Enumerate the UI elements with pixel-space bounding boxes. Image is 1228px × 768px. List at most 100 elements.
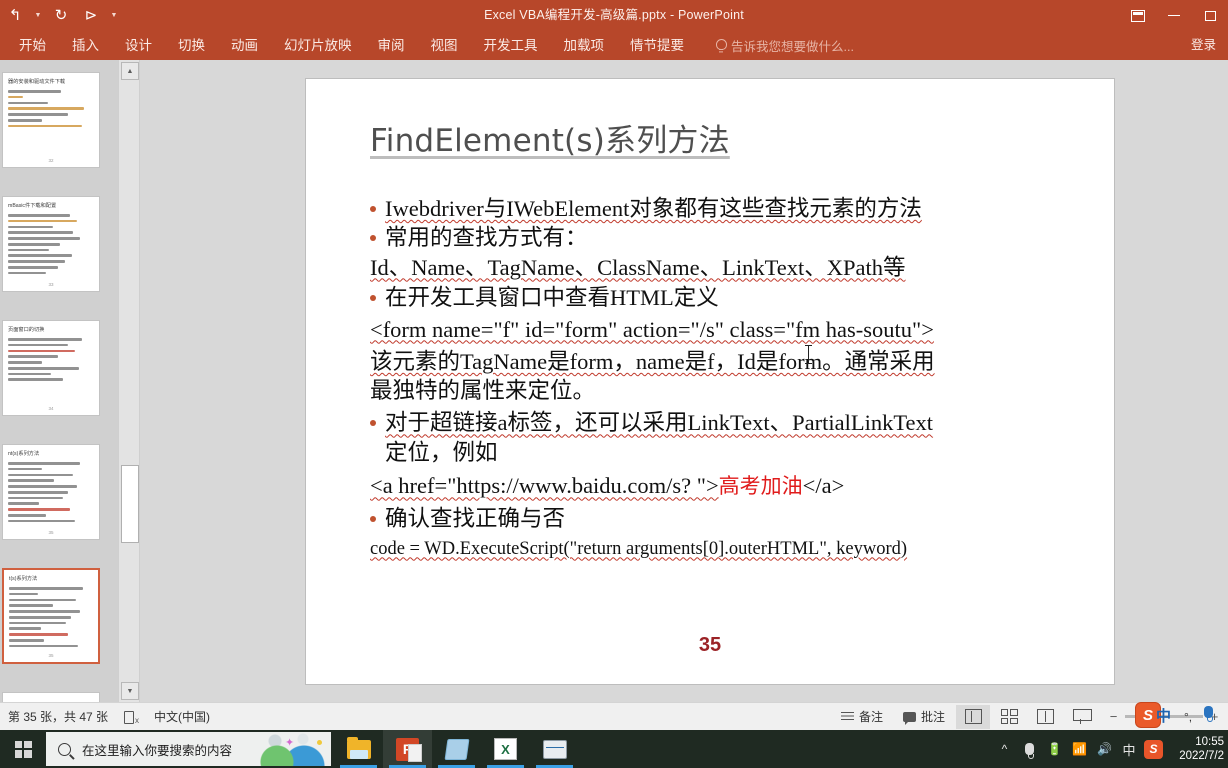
slide-thumbnails-panel[interactable]: 器的安装和驱动文件下载 32 mBasic件下载和配置 33 页面窗口的切换 3… [0,60,118,702]
slide-thumbnail[interactable]: mBasic件下载和配置 33 [2,196,100,292]
text-cursor-icon [805,345,812,364]
zoom-out-button[interactable]: − [1108,709,1119,724]
view-reading-button[interactable] [1028,705,1062,729]
volume-tray-icon[interactable]: 🔊 [1092,730,1117,768]
window-controls [1120,0,1228,31]
folder-icon [346,736,371,759]
clock-time: 10:55 [1195,736,1224,748]
slide-count-label[interactable]: 第 35 张，共 47 张 [8,708,108,725]
slide-thumbnail[interactable] [2,692,100,702]
bullet-item[interactable]: 在开发工具窗口中查看HTML定义 [370,284,1070,313]
taskbar-search-box[interactable]: 在这里输入你要搜索的内容 ✦ [46,732,331,766]
thumbnail-number: 33 [48,282,54,287]
tab-slideshow[interactable]: 幻灯片放映 [271,31,365,60]
tab-animations[interactable]: 动画 [218,31,271,60]
monitor-icon [542,739,567,759]
microphone-tray-icon[interactable] [1017,730,1042,768]
taskbar-monitor-app[interactable] [530,730,579,768]
thumbnail-number: 32 [48,158,54,163]
thumbnail-body [9,587,93,651]
view-slide-sorter-button[interactable] [992,705,1026,729]
tab-view[interactable]: 视图 [418,31,471,60]
tab-home[interactable]: 开始 [6,31,59,60]
slide-text-line: 最独特的属性来定位。 [370,378,596,404]
slide-body[interactable]: Iwebdriver与IWebElement对象都有这些查找元素的方法 常用的查… [370,195,1070,561]
restore-icon [1204,10,1216,21]
notes-button[interactable]: 备注 [832,708,892,725]
spell-check-button[interactable] [124,710,139,725]
normal-view-icon [964,709,982,724]
sogou-tray-icon[interactable]: S [1141,730,1166,768]
slide-thumbnail[interactable]: 器的安装和驱动文件下载 32 [2,72,100,168]
thumbnail-title: 页面窗口的切换 [8,327,45,333]
thumbnail-title: nt(s)系列方法 [8,451,40,457]
slide-sorter-icon [1000,709,1018,724]
slide-text-line: Id、Name、TagName、ClassName、LinkText、XPath… [370,254,906,280]
sun-dot-icon [317,740,322,745]
minimize-button[interactable] [1156,0,1192,31]
ime-chinese-indicator[interactable]: 中 [1156,705,1171,726]
tab-transitions[interactable]: 切换 [165,31,218,60]
slide-thumbnail[interactable]: nt(s)系列方法 35 [2,444,100,540]
thumbnail-title: t(s)系列方法 [9,576,38,582]
view-normal-button[interactable] [956,704,990,729]
slide-text-line: 该元素的TagName是form，name是f，Id是form。通常采用 [370,348,935,374]
sign-in-button[interactable]: 登录 [1191,31,1216,60]
bullet-text: 常用的查找方式有： [385,224,588,250]
taskbar-excel[interactable]: X [481,730,530,768]
bullet-item[interactable]: 常用的查找方式有： [370,224,1070,253]
bullet-text: 在开发工具窗口中查看HTML定义 [385,284,719,310]
tab-insert[interactable]: 插入 [59,31,112,60]
comments-label: 批注 [920,710,945,724]
slide-title[interactable]: FindElement(s)系列方法 [370,115,730,160]
view-slideshow-button[interactable] [1064,705,1098,729]
scrollbar-thumb[interactable] [121,465,139,543]
bullet-dot-icon [370,420,376,427]
tell-me-search[interactable]: 告诉我您想要做什么... [697,36,854,55]
taskbar-powerpoint[interactable]: P [383,730,432,768]
reading-view-icon [1036,709,1054,724]
notes-label: 备注 [858,710,883,724]
slide-thumbnail[interactable]: 页面窗口的切换 34 [2,320,100,416]
taskbar-sticky-notes[interactable] [432,730,481,768]
show-hidden-icons-chevron-icon[interactable]: ^ [992,730,1017,768]
ime-microphone-icon[interactable] [1204,706,1213,722]
tab-design[interactable]: 设计 [112,31,165,60]
ime-punctuation-icon[interactable]: °, [1184,710,1192,724]
ribbon-tab-bar: 开始 插入 设计 切换 动画 幻灯片放映 审阅 视图 开发工具 加载项 情节提要… [0,31,1228,60]
status-left-group: 第 35 张，共 47 张 中文(中国) [0,708,210,725]
star-icon: ✦ [285,737,295,749]
wifi-tray-icon[interactable]: 📶 [1067,730,1092,768]
taskbar-clock[interactable]: 10:55 2022/7/2 [1166,735,1228,763]
windows-logo-icon [14,740,32,758]
slide-thumbnail-selected[interactable]: t(s)系列方法 35 [2,568,100,664]
scroll-up-icon[interactable]: ▲ [121,62,139,80]
comment-icon [902,711,916,725]
battery-tray-icon[interactable]: 🔋 [1042,730,1067,768]
ribbon-display-options-button[interactable] [1120,0,1156,31]
slide-text-line: <form name="f" id="form" action="/s" cla… [370,316,934,342]
tab-review[interactable]: 审阅 [365,31,418,60]
bullet-item[interactable]: 确认查找正确与否 [370,505,1070,534]
language-label[interactable]: 中文(中国) [154,708,210,725]
bullet-text: Iwebdriver与IWebElement对象都有这些查找元素的方法 [385,196,922,221]
tell-me-label: 告诉我您想要做什么... [731,40,854,54]
bullet-item[interactable]: 对于超链接a标签，还可以采用LinkText、PartialLinkText [370,409,1070,438]
tab-storyboarding[interactable]: 情节提要 [617,31,697,60]
bullet-item[interactable]: Iwebdriver与IWebElement对象都有这些查找元素的方法 [370,195,1070,224]
thumbnails-scrollbar[interactable]: ▲ ▼ [118,60,140,702]
anchor-open-text: <a href="https://www.baidu.com/s? "> [370,473,719,499]
tab-developer[interactable]: 开发工具 [471,31,551,60]
ribbon-tabs: 开始 插入 设计 切换 动画 幻灯片放映 审阅 视图 开发工具 加载项 情节提要… [0,31,1228,60]
bullet-text: 对于超链接a标签，还可以采用LinkText、PartialLinkText [385,410,934,436]
start-button[interactable] [0,730,46,768]
current-slide[interactable]: FindElement(s)系列方法 Iwebdriver与IWebElemen… [305,78,1115,685]
taskbar-file-explorer[interactable] [334,730,383,768]
scroll-down-icon[interactable]: ▼ [121,682,139,700]
restore-button[interactable] [1192,0,1228,31]
comments-button[interactable]: 批注 [894,708,954,725]
ime-tray-indicator[interactable]: 中 [1117,740,1141,759]
thumbnail-number: 35 [48,653,54,658]
spell-check-icon [124,710,139,725]
tab-addins[interactable]: 加载项 [551,31,618,60]
